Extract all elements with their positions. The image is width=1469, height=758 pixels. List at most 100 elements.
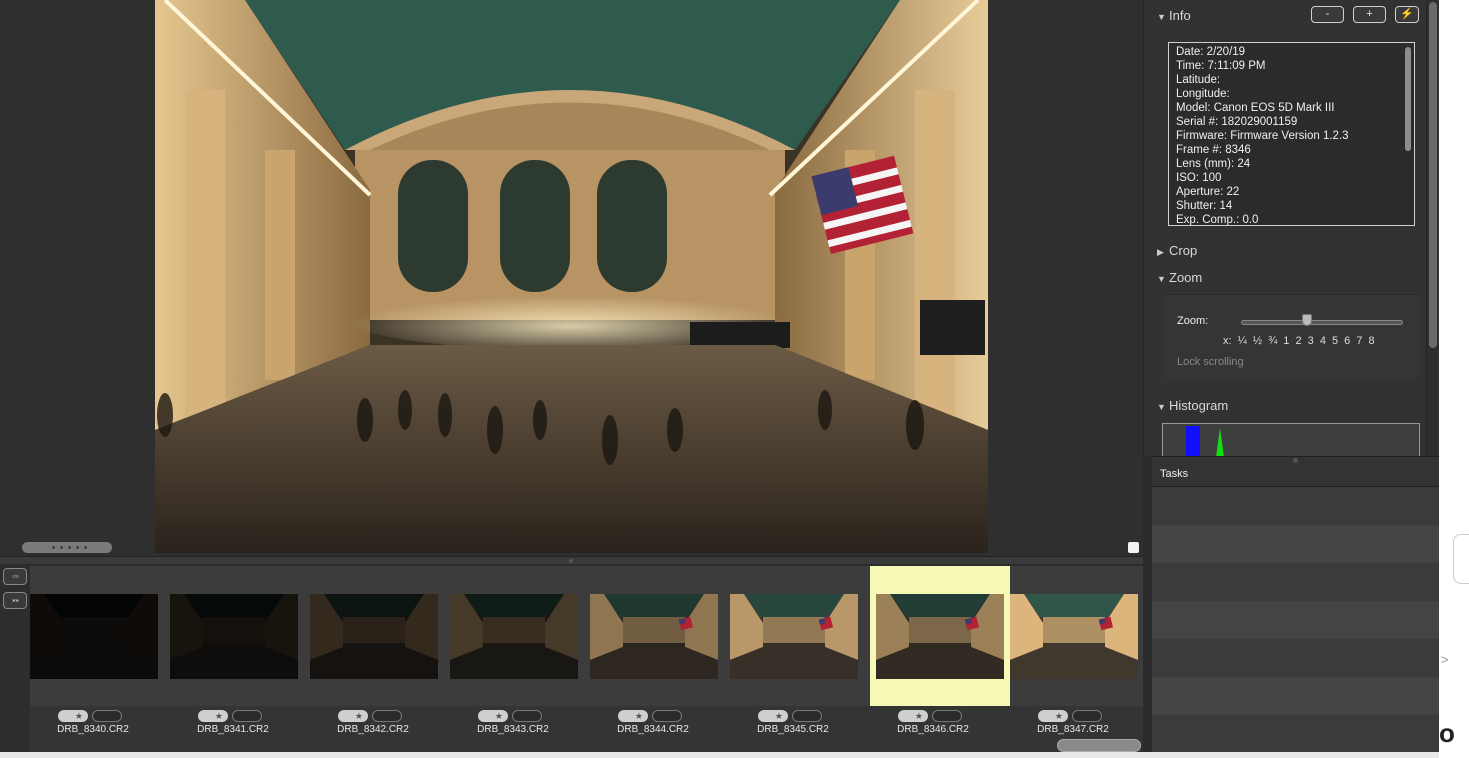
star-rating-icon[interactable]: ★ [198, 710, 228, 722]
filmstrip-thumbnail[interactable] [590, 566, 730, 706]
filmstrip-label: ★ DRB_8343.CR2 [450, 706, 590, 742]
color-label-button[interactable] [932, 710, 962, 722]
thumbnail-image [30, 594, 158, 679]
thumbnail-image [730, 594, 858, 679]
task-row[interactable] [1152, 487, 1439, 525]
zoom-slider-track[interactable] [1241, 320, 1403, 325]
viewer-strip-splitter[interactable] [0, 556, 1143, 564]
zoom-section-header[interactable]: ▼ Zoom [1157, 270, 1202, 285]
crop-title: Crop [1169, 243, 1198, 258]
info-section-header[interactable]: ▼ Info [1157, 8, 1191, 23]
crop-section-header[interactable]: ▶ Crop [1157, 243, 1197, 258]
filmstrip-label: ★ DRB_8347.CR2 [1010, 706, 1150, 742]
filmstrip-thumbnail[interactable] [450, 566, 590, 706]
strip-view-icon[interactable]: ▪▫▪ [3, 592, 27, 609]
color-label-button[interactable] [512, 710, 542, 722]
filmstrip-thumbnail[interactable] [1010, 566, 1150, 706]
filmstrip-scroll-thumb[interactable] [1057, 739, 1141, 752]
zoom-controls: Zoom: x: ¼ ½ ¾ 1 2 3 4 5 6 7 8 Lock scro… [1163, 294, 1420, 378]
thumbnail-image [310, 594, 438, 679]
file-name: DRB_8340.CR2 [57, 724, 129, 735]
app-window: ▫▫▫ ▪▫▪ ★ DRB_8340.CR2 ★ DRB_8341.CR2 ★ … [0, 0, 1469, 758]
lock-scrolling-checkbox[interactable]: Lock scrolling [1177, 356, 1244, 368]
color-label-button[interactable] [1072, 710, 1102, 722]
histogram-blue-peak [1186, 426, 1200, 456]
main-photo[interactable] [155, 0, 988, 553]
filmstrip-label: ★ DRB_8344.CR2 [590, 706, 730, 742]
zoom-label: Zoom: [1177, 315, 1209, 327]
filmstrip-thumbnail[interactable] [310, 566, 450, 706]
tasks-title: Tasks [1160, 468, 1189, 480]
info-minus-button[interactable]: - [1311, 6, 1344, 23]
filmstrip-labels: ★ DRB_8340.CR2 ★ DRB_8341.CR2 ★ DRB_8342.C… [30, 706, 1143, 758]
filmstrip-thumbnail[interactable] [170, 566, 310, 706]
star-rating-icon[interactable]: ★ [478, 710, 508, 722]
disclosure-open-icon: ▼ [1157, 274, 1166, 284]
info-line: Frame #: 8346 [1176, 144, 1251, 156]
disclosure-closed-icon: ▶ [1157, 247, 1164, 257]
task-row[interactable] [1152, 639, 1439, 677]
inspector-scrollbar[interactable] [1426, 0, 1438, 456]
file-name: DRB_8345.CR2 [757, 724, 829, 735]
task-row[interactable] [1152, 677, 1439, 715]
thumbnail-image [450, 594, 578, 679]
star-rating-icon[interactable]: ★ [338, 710, 368, 722]
color-label-button[interactable] [792, 710, 822, 722]
color-label-button[interactable] [372, 710, 402, 722]
info-line: Model: Canon EOS 5D Mark III [1176, 102, 1335, 114]
info-line: Shutter: 14 [1176, 200, 1233, 212]
color-label-button[interactable] [232, 710, 262, 722]
chevron-right-icon: > [1441, 652, 1449, 667]
viewer-scroll-thumb[interactable] [22, 542, 112, 553]
file-name: DRB_8347.CR2 [1037, 724, 1109, 735]
info-metadata-box[interactable]: Date: 2/20/19 Time: 7:11:09 PM Latitude: Lo… [1168, 42, 1415, 226]
info-plus-button[interactable]: + [1353, 6, 1386, 23]
star-rating-icon[interactable]: ★ [1038, 710, 1068, 722]
info-scroll-thumb[interactable] [1405, 47, 1411, 151]
histogram-section-header[interactable]: ▼ Histogram [1157, 398, 1228, 413]
info-title: Info [1169, 8, 1191, 23]
task-row[interactable] [1152, 601, 1439, 639]
info-line: Aperture: 22 [1176, 186, 1240, 198]
histogram-title: Histogram [1169, 398, 1229, 413]
star-rating-icon[interactable]: ★ [58, 710, 88, 722]
color-label-button[interactable] [92, 710, 122, 722]
info-line: Date: 2/20/19 [1176, 46, 1246, 58]
info-line: Firmware: Firmware Version 1.2.3 [1176, 130, 1349, 142]
tasks-header: Tasks [1152, 457, 1439, 487]
star-rating-icon[interactable]: ★ [618, 710, 648, 722]
grid-view-icon[interactable]: ▫▫▫ [3, 568, 27, 585]
filmstrip-label: ★ DRB_8340.CR2 [30, 706, 170, 742]
photo-artwork [155, 0, 988, 553]
histogram-graph [1162, 423, 1420, 456]
filmstrip-tools: ▫▫▫ ▪▫▪ [0, 564, 30, 758]
histogram-green-peak [1216, 428, 1224, 456]
lightning-icon[interactable]: ⚡ [1395, 6, 1419, 23]
image-viewer[interactable] [0, 0, 1143, 556]
file-name: DRB_8342.CR2 [337, 724, 409, 735]
filmstrip-thumbnail[interactable] [870, 566, 1010, 706]
thumbnail-image [590, 594, 718, 679]
task-row[interactable] [1152, 525, 1439, 563]
zoom-tick-labels: x: ¼ ½ ¾ 1 2 3 4 5 6 7 8 [1223, 335, 1375, 347]
file-name: DRB_8343.CR2 [477, 724, 549, 735]
background-glyph: o [1439, 718, 1455, 748]
filmstrip-thumbnail[interactable] [30, 566, 170, 706]
info-line: Serial #: 182029001159 [1176, 116, 1298, 128]
task-row[interactable] [1152, 563, 1439, 601]
filmstrip-label: ★ DRB_8345.CR2 [730, 706, 870, 742]
file-name: DRB_8344.CR2 [617, 724, 689, 735]
histogram-plot [1186, 426, 1224, 456]
filmstrip-label: ★ DRB_8346.CR2 [870, 706, 1010, 742]
star-rating-icon[interactable]: ★ [898, 710, 928, 722]
star-rating-icon[interactable]: ★ [758, 710, 788, 722]
info-line: Lens (mm): 24 [1176, 158, 1251, 170]
task-row[interactable] [1152, 715, 1439, 753]
viewer-corner-button[interactable] [1128, 542, 1139, 553]
filmstrip-label: ★ DRB_8341.CR2 [170, 706, 310, 742]
filmstrip-thumbnail[interactable] [730, 566, 870, 706]
filmstrip[interactable] [30, 566, 1143, 706]
color-label-button[interactable] [652, 710, 682, 722]
file-name: DRB_8346.CR2 [897, 724, 969, 735]
thumbnail-image [170, 594, 298, 679]
